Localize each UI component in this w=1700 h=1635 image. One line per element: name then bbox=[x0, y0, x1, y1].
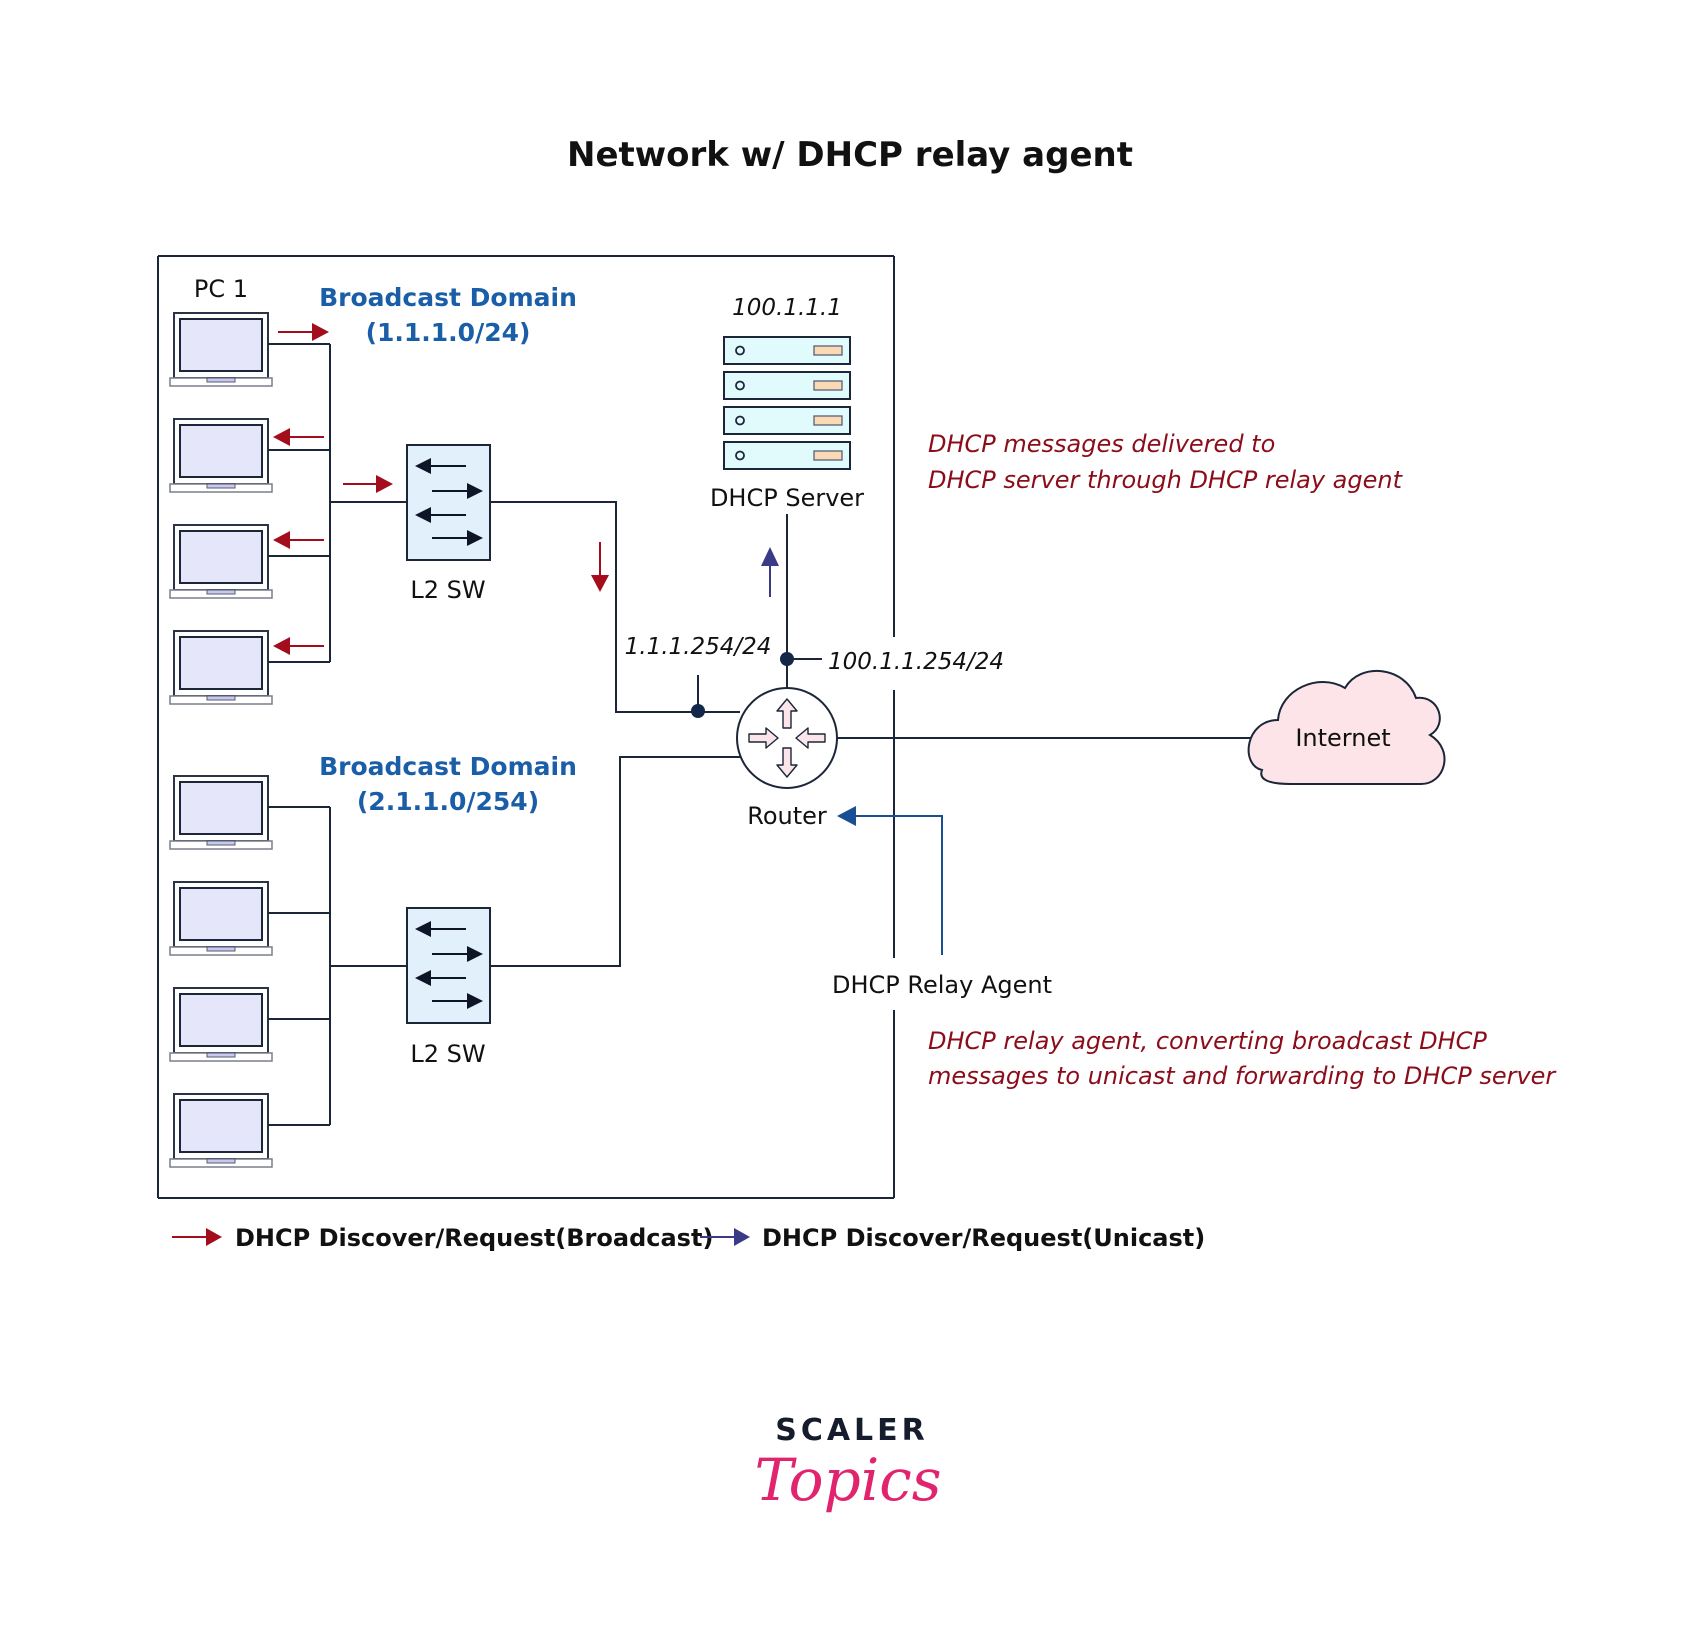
dhcp-server-label: DHCP Server bbox=[710, 484, 864, 512]
relay-agent-label: DHCP Relay Agent bbox=[832, 971, 1052, 999]
pc-laptop-icon[interactable] bbox=[169, 775, 273, 850]
interface1-dot bbox=[691, 704, 705, 718]
domain1-pcs bbox=[169, 312, 273, 705]
broadcast-arrow-icon bbox=[273, 531, 324, 549]
legend-broadcast-label: DHCP Discover/Request(Broadcast) bbox=[235, 1224, 713, 1252]
legend: DHCP Discover/Request(Broadcast) DHCP Di… bbox=[172, 1224, 1205, 1252]
domain2-subnet: (2.1.1.0/254) bbox=[357, 787, 539, 816]
network-diagram: Network w/ DHCP relay agent PC 1 Broadca… bbox=[157, 135, 1557, 1514]
domain1-title: Broadcast Domain bbox=[319, 283, 577, 312]
l2-switch-icon[interactable] bbox=[406, 907, 491, 1024]
pc-laptop-icon[interactable] bbox=[169, 1093, 273, 1168]
red-arrow-icon bbox=[172, 1228, 222, 1246]
pc-laptop-icon[interactable] bbox=[169, 418, 273, 493]
pc-laptop-icon[interactable] bbox=[169, 987, 273, 1062]
pc-laptop-icon[interactable] bbox=[169, 881, 273, 956]
dhcp-server-icon[interactable] bbox=[723, 336, 851, 470]
switch1-label: L2 SW bbox=[410, 576, 485, 604]
broadcast-arrow-icon bbox=[591, 542, 609, 592]
note-delivered-line2: DHCP server through DHCP relay agent bbox=[928, 466, 1404, 494]
domain1-subnet: (1.1.1.0/24) bbox=[366, 318, 531, 347]
pc-laptop-icon[interactable] bbox=[169, 524, 273, 599]
diagram-title: Network w/ DHCP relay agent bbox=[567, 135, 1133, 175]
router-interface1-label: 1.1.1.254/24 bbox=[625, 634, 772, 660]
logo-topics-text: Topics bbox=[754, 1446, 941, 1514]
switch2-label: L2 SW bbox=[410, 1040, 485, 1068]
internet-label: Internet bbox=[1295, 724, 1390, 752]
l2-switch-icon[interactable] bbox=[406, 444, 491, 561]
note-relay-line1: DHCP relay agent, converting broadcast D… bbox=[928, 1027, 1487, 1055]
router-interface2-label: 100.1.1.254/24 bbox=[828, 649, 1004, 675]
pc1-label: PC 1 bbox=[194, 275, 248, 303]
domain2-title: Broadcast Domain bbox=[319, 752, 577, 781]
broadcast-arrow-icon bbox=[278, 323, 329, 341]
logo-scaler-text: SCALER bbox=[775, 1413, 929, 1448]
pc-laptop-icon[interactable] bbox=[169, 630, 273, 705]
note-relay-line2: messages to unicast and forwarding to DH… bbox=[928, 1062, 1557, 1090]
pc-laptop-icon[interactable] bbox=[169, 312, 273, 387]
domain2-pcs bbox=[169, 775, 273, 1168]
scaler-topics-logo: SCALER Topics bbox=[754, 1413, 941, 1514]
router-icon[interactable] bbox=[736, 687, 838, 789]
relay-agent-pointer-arrow bbox=[837, 806, 943, 955]
broadcast-arrow-icon bbox=[273, 637, 324, 655]
legend-unicast-label: DHCP Discover/Request(Unicast) bbox=[762, 1224, 1205, 1252]
server-ip-label: 100.1.1.1 bbox=[732, 295, 842, 321]
note-delivered-line1: DHCP messages delivered to bbox=[928, 430, 1275, 458]
broadcast-arrow-icon bbox=[343, 475, 393, 493]
broadcast-arrow-icon bbox=[273, 428, 324, 446]
unicast-arrow-icon bbox=[761, 547, 779, 597]
router-label: Router bbox=[747, 802, 827, 830]
